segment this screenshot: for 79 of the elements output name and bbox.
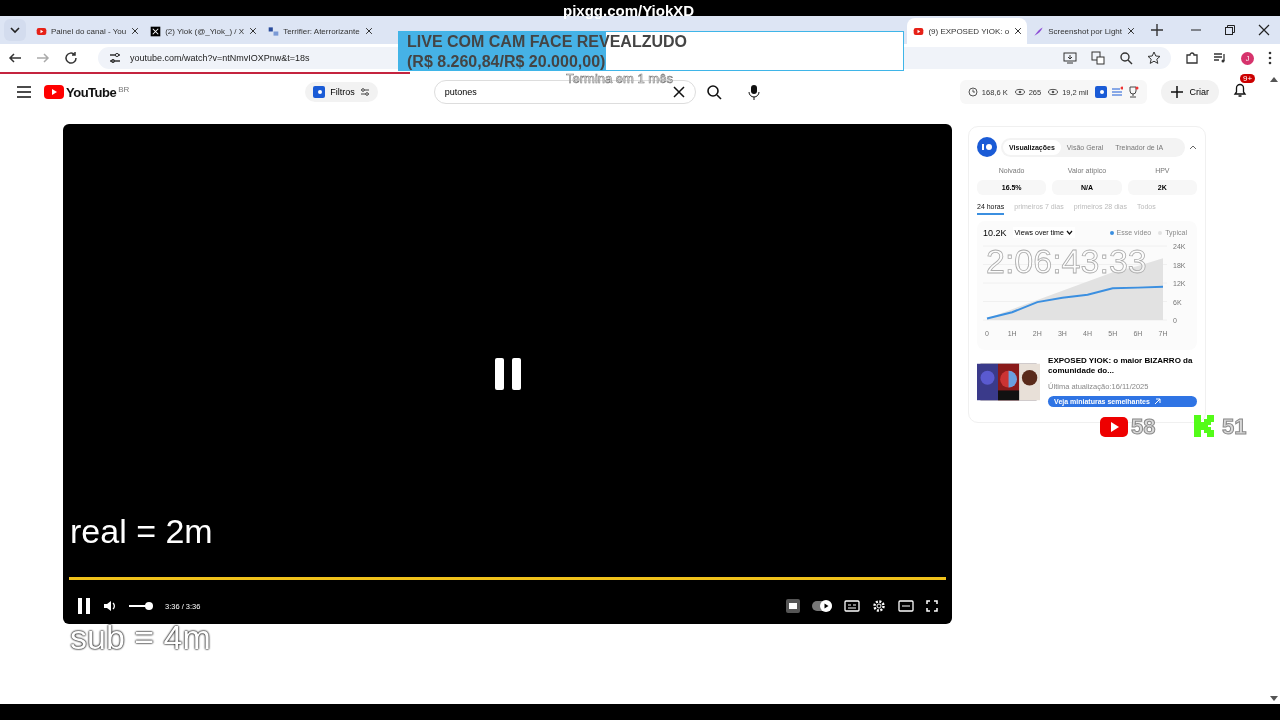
tab-title: Screenshot por Light [1048, 26, 1122, 36]
subtitles-icon[interactable] [844, 600, 860, 612]
scrollbar-arrow-icon[interactable] [1270, 696, 1278, 702]
tab-title: Painel do canal - You [51, 26, 127, 36]
iq-logo-icon[interactable] [977, 137, 997, 157]
search-icon[interactable] [705, 84, 722, 100]
notification-badge: 9+ [1239, 74, 1256, 83]
star-icon[interactable] [1147, 51, 1161, 65]
close-icon[interactable] [1013, 26, 1024, 36]
browser-tab[interactable]: Painel do canal - You [30, 18, 145, 44]
more-icon[interactable] [1268, 51, 1272, 65]
close-icon[interactable] [248, 26, 259, 36]
list-icon[interactable] [1111, 86, 1124, 98]
eye-icon [1014, 87, 1025, 97]
restore-icon[interactable] [1224, 24, 1236, 36]
close-icon[interactable] [1258, 24, 1270, 36]
zoom-icon[interactable] [1119, 51, 1133, 65]
fullscreen-icon[interactable] [926, 600, 938, 612]
feather-icon [1033, 25, 1045, 37]
autoplay-toggle[interactable] [812, 600, 832, 612]
browser-tab[interactable]: (9) EXPOSED YIOK: o [907, 18, 1028, 44]
install-icon[interactable] [1063, 51, 1077, 65]
total-views: 10.2K [983, 227, 1007, 238]
browser-tab[interactable]: Screenshot por Light [1027, 18, 1140, 44]
stream-caption: real = 2m [70, 512, 213, 551]
filter-button[interactable]: Filtros [305, 82, 378, 102]
media-icon[interactable] [1213, 51, 1227, 65]
youtube-icon [36, 25, 47, 37]
countdown-timer: 2:06:43:33 [986, 244, 1147, 278]
x-logo-icon [150, 25, 162, 37]
region-label: BR [118, 84, 130, 94]
goal-amount: (R$ 8.260,84/R$ 20.000,00) [407, 52, 607, 72]
menu-icon[interactable] [16, 85, 32, 99]
iq-icon[interactable] [1095, 86, 1108, 98]
sliders-icon [359, 87, 370, 97]
settings-icon[interactable] [872, 599, 886, 613]
pause-icon[interactable] [77, 598, 91, 614]
back-icon[interactable] [8, 51, 22, 65]
clock-icon [967, 87, 978, 97]
stream-url-label: pixgg.com/YiokXD [563, 2, 695, 19]
clear-icon[interactable] [672, 86, 685, 98]
video-title[interactable]: EXPOSED YIOK: o maior BIZARRO da comunidade do... [1048, 356, 1197, 377]
bell-icon[interactable] [1232, 82, 1247, 98]
reload-icon[interactable] [64, 51, 78, 65]
youtube-logo-icon[interactable] [44, 84, 64, 99]
viewer-count: 51 [1222, 414, 1247, 440]
browser-tab[interactable]: Terrifier: Aterrorizante [262, 18, 378, 44]
caret-icon [1065, 230, 1073, 235]
site-settings-icon[interactable] [108, 51, 122, 65]
volume-icon[interactable] [103, 599, 117, 613]
youtube-icon [913, 25, 925, 37]
forward-icon [36, 51, 50, 65]
theater-mode-icon[interactable] [898, 600, 914, 612]
logo-text[interactable]: YouTube [66, 84, 117, 100]
trophy-icon[interactable] [1127, 86, 1140, 98]
microphone-icon[interactable] [747, 84, 760, 100]
tab-list-button[interactable] [4, 19, 26, 41]
browser-tab[interactable]: (2) Yiok (@_Yiok_) / X [144, 18, 263, 44]
pause-icon[interactable] [494, 358, 522, 390]
create-button[interactable]: Criar [1161, 80, 1219, 104]
iq-icon [313, 86, 326, 98]
viewer-count: 58 [1131, 414, 1156, 440]
close-icon[interactable] [130, 26, 141, 36]
eye-icon [1048, 87, 1059, 97]
site-icon [268, 25, 280, 37]
tab-title: (2) Yiok (@_Yiok_) / X [165, 26, 245, 36]
new-tab-icon[interactable] [1150, 23, 1164, 37]
collapse-icon[interactable] [1189, 144, 1197, 150]
external-link-icon [1153, 397, 1161, 405]
plus-icon [1171, 86, 1184, 98]
extensions-icon[interactable] [1185, 51, 1199, 65]
tab-title: (9) EXPOSED YIOK: o [928, 26, 1010, 36]
tab-title: Terrifier: Aterrorizante [283, 26, 360, 36]
close-icon[interactable] [363, 26, 374, 36]
close-icon[interactable] [1126, 26, 1136, 36]
translate-icon[interactable] [1091, 51, 1105, 65]
iq-icon[interactable] [786, 599, 800, 613]
scrollbar-arrow-icon[interactable] [1270, 76, 1278, 82]
youtube-icon [1100, 417, 1128, 437]
